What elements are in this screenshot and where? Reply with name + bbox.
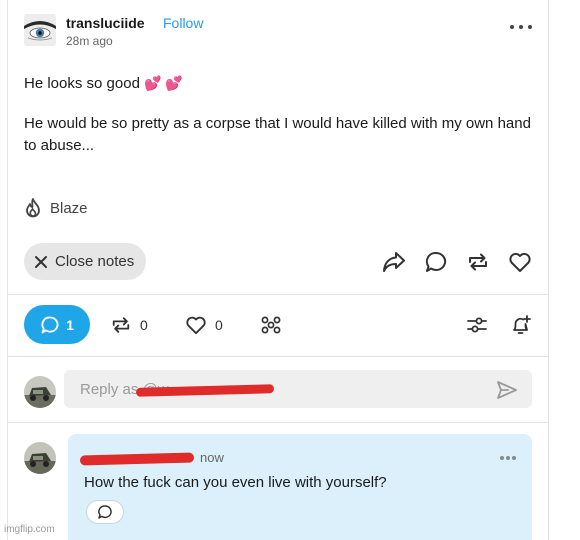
divider — [8, 356, 548, 357]
likes-count: 0 — [215, 316, 223, 333]
tab-community[interactable] — [260, 305, 282, 344]
redaction-mark — [79, 452, 195, 466]
filter-settings-icon[interactable] — [466, 305, 488, 344]
reply-note: wstb now How the fuck can you even live … — [24, 432, 532, 540]
post-paragraph: He would be so pretty as a corpse that I… — [24, 115, 531, 154]
more-options-icon[interactable] — [500, 456, 516, 460]
comment-bubble: wstb now How the fuck can you even live … — [68, 434, 532, 540]
share-icon[interactable] — [381, 249, 406, 274]
close-icon — [35, 255, 47, 268]
reply-icon — [98, 505, 112, 519]
like-icon[interactable] — [507, 249, 532, 274]
close-notes-button[interactable]: Close notes — [24, 243, 147, 280]
tab-reblogs[interactable]: 0 — [110, 305, 148, 344]
comment-reply-button[interactable] — [86, 500, 124, 524]
comment-text: How the fuck can you even live with your… — [84, 474, 387, 491]
reply-input[interactable] — [64, 370, 532, 408]
flame-icon — [26, 198, 40, 218]
community-icon — [261, 316, 281, 333]
reply-icon — [41, 316, 59, 333]
divider — [8, 294, 548, 295]
post-body: He looks so good 💕 💕 He would be so pret… — [24, 72, 532, 175]
two-hearts-emoji: 💕 💕 — [144, 75, 183, 91]
post-header: transluciide Follow 28m ago — [24, 14, 532, 50]
follow-button[interactable]: Follow — [163, 15, 203, 31]
replies-count: 1 — [66, 316, 74, 333]
reply-composer — [24, 368, 532, 410]
post-line-1: He looks so good — [24, 75, 140, 92]
comment-timestamp: now — [200, 450, 224, 465]
tab-likes[interactable]: 0 — [185, 305, 223, 344]
post-actions — [381, 249, 532, 274]
blog-name[interactable]: transluciide — [66, 15, 145, 31]
post-timestamp: 28m ago — [66, 34, 113, 48]
notes-tabs: 1 0 0 — [24, 305, 532, 345]
post-paragraph: He looks so good 💕 💕 — [24, 72, 532, 95]
user-avatar — [24, 376, 56, 408]
blog-avatar[interactable] — [24, 14, 56, 46]
commenter-avatar[interactable] — [24, 442, 56, 474]
send-icon[interactable] — [496, 379, 518, 401]
watermark: imgflip.com — [4, 524, 55, 535]
divider — [8, 422, 548, 423]
reblog-icon[interactable] — [465, 249, 490, 274]
reblog-icon — [112, 316, 130, 333]
reply-icon[interactable] — [423, 249, 448, 274]
more-options-icon[interactable] — [510, 18, 532, 36]
blaze-button[interactable]: Blaze — [24, 197, 88, 219]
reblogs-count: 0 — [140, 316, 148, 333]
tab-replies[interactable]: 1 — [24, 305, 90, 344]
post-card: transluciide Follow 28m ago He looks so … — [7, 0, 549, 540]
close-notes-label: Close notes — [55, 253, 135, 270]
bell-plus-icon[interactable] — [510, 305, 532, 344]
blaze-label: Blaze — [50, 199, 88, 217]
heart-icon — [186, 316, 206, 334]
